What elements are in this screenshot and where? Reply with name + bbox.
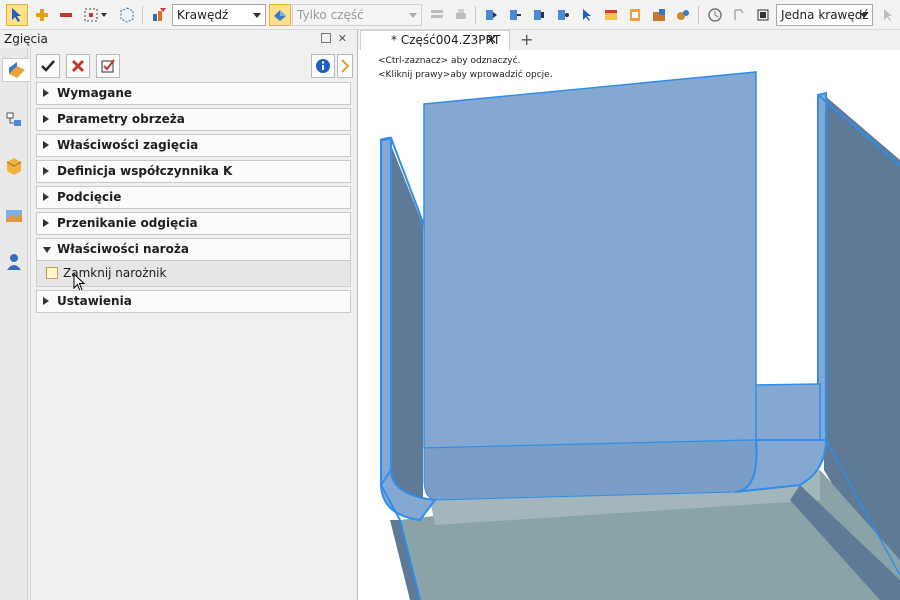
body-select-icon[interactable] — [528, 4, 550, 26]
stack-icon — [426, 4, 448, 26]
pick-mode-value: Jedna krawędź — [781, 8, 869, 22]
section-label: Właściwości zagięcia — [57, 138, 199, 152]
new-tab-plus-icon[interactable]: + — [520, 30, 533, 49]
pin-icon[interactable] — [321, 33, 331, 43]
table-icon[interactable] — [600, 4, 622, 26]
lasso-select-icon[interactable] — [116, 4, 138, 26]
add-plus-icon[interactable] — [31, 4, 53, 26]
confirm-check-icon[interactable] — [36, 54, 60, 78]
dropdown-chevron-icon[interactable] — [99, 4, 109, 26]
section-ustawienia[interactable]: Ustawienia — [36, 290, 351, 313]
bend-feature-icon[interactable] — [2, 58, 30, 82]
assembly-icon[interactable] — [648, 4, 670, 26]
expand-arrow-icon — [43, 193, 49, 201]
close-corner-row[interactable]: Zamknij narożnik — [36, 261, 351, 292]
cursor-pick-icon[interactable] — [576, 4, 598, 26]
section-podciecie[interactable]: Podcięcie — [36, 186, 351, 209]
section-parametry-obrzeza[interactable]: Parametry obrzeża — [36, 108, 351, 131]
filter-combo[interactable]: Krawędź — [172, 4, 266, 26]
vertex-select-icon[interactable] — [552, 4, 574, 26]
expand-panel-icon[interactable] — [337, 54, 353, 78]
edge-select-icon[interactable] — [504, 4, 526, 26]
section-wlasciwosci-naroza[interactable]: Właściwości naroża — [36, 238, 351, 261]
main-toolbar: Krawędź Tylko część Jedna krawędź — [0, 0, 900, 30]
settings-gear-icon[interactable] — [672, 4, 694, 26]
section-wlasciwosci-zagiecia[interactable]: Właściwości zagięcia — [36, 134, 351, 157]
user-icon[interactable] — [2, 250, 26, 274]
face-select-icon[interactable] — [480, 4, 502, 26]
remove-minus-icon[interactable] — [55, 4, 77, 26]
chevron-down-icon — [253, 13, 261, 18]
bends-panel: Wymagane Parametry obrzeża Właściwości z… — [30, 48, 357, 600]
expand-arrow-icon — [43, 167, 49, 175]
sheet-metal-part-model[interactable] — [358, 50, 900, 600]
sheet-icon[interactable] — [624, 4, 646, 26]
section-definicja-k[interactable]: Definicja współczynnika K — [36, 160, 351, 183]
stop-square-icon[interactable] — [752, 4, 774, 26]
section-label: Definicja współczynnika K — [57, 164, 233, 178]
close-panel-icon[interactable]: ✕ — [338, 30, 347, 48]
tab-part004[interactable]: * Część004.Z3PRT ✕ — [360, 30, 510, 50]
panel-title: Zgięcia — [4, 32, 48, 46]
expand-arrow-icon — [43, 297, 49, 305]
tab-label: * Część004.Z3PRT — [391, 33, 501, 47]
filter-combo-value: Krawędź — [177, 8, 229, 22]
filter-icon[interactable] — [148, 4, 170, 26]
panel-title-bar: Zgięcia ✕ — [0, 30, 357, 48]
history-tree-icon[interactable] — [2, 108, 26, 132]
document-tabbar: * Część004.Z3PRT ✕ + — [358, 30, 900, 50]
cancel-x-icon[interactable] — [66, 54, 90, 78]
close-corner-checkbox[interactable] — [46, 267, 58, 279]
section-label: Wymagane — [57, 86, 133, 100]
3d-viewport[interactable]: <Ctrl-zaznacz> aby odznaczyć. <Kliknij p… — [358, 50, 900, 600]
section-label: Parametry obrzeża — [57, 112, 185, 126]
collapse-arrow-icon — [43, 247, 51, 253]
print-icon — [450, 4, 472, 26]
section-wymagane[interactable]: Wymagane — [36, 82, 351, 105]
part-library-icon[interactable] — [2, 154, 26, 178]
history-clock-icon[interactable] — [704, 4, 726, 26]
chevron-down-icon — [860, 13, 868, 18]
pick-mode-combo[interactable]: Jedna krawędź — [776, 4, 873, 26]
expand-arrow-icon — [43, 219, 49, 227]
expand-arrow-icon — [43, 141, 49, 149]
pointer-icon — [876, 4, 898, 26]
chevron-down-icon — [409, 13, 417, 18]
left-tool-strip — [0, 48, 30, 600]
section-przenikanie-odgiecia[interactable]: Przenikanie odgięcia — [36, 212, 351, 235]
part-scope-icon[interactable] — [269, 4, 291, 26]
expand-arrow-icon — [43, 115, 49, 123]
select-arrow-icon[interactable] — [6, 4, 28, 26]
apply-check-icon[interactable] — [96, 54, 120, 78]
view-manager-icon[interactable] — [2, 204, 26, 228]
section-label: Przenikanie odgięcia — [57, 216, 198, 230]
scope-combo-value: Tylko część — [297, 8, 364, 22]
expand-arrow-icon — [43, 89, 49, 97]
close-tab-icon[interactable]: ✕ — [486, 31, 497, 50]
rebuild-icon — [728, 4, 750, 26]
section-label: Właściwości naroża — [57, 242, 189, 256]
scope-combo: Tylko część — [292, 4, 422, 26]
info-icon[interactable] — [311, 54, 335, 78]
section-label: Podcięcie — [57, 190, 122, 204]
section-label: Ustawienia — [57, 294, 132, 308]
